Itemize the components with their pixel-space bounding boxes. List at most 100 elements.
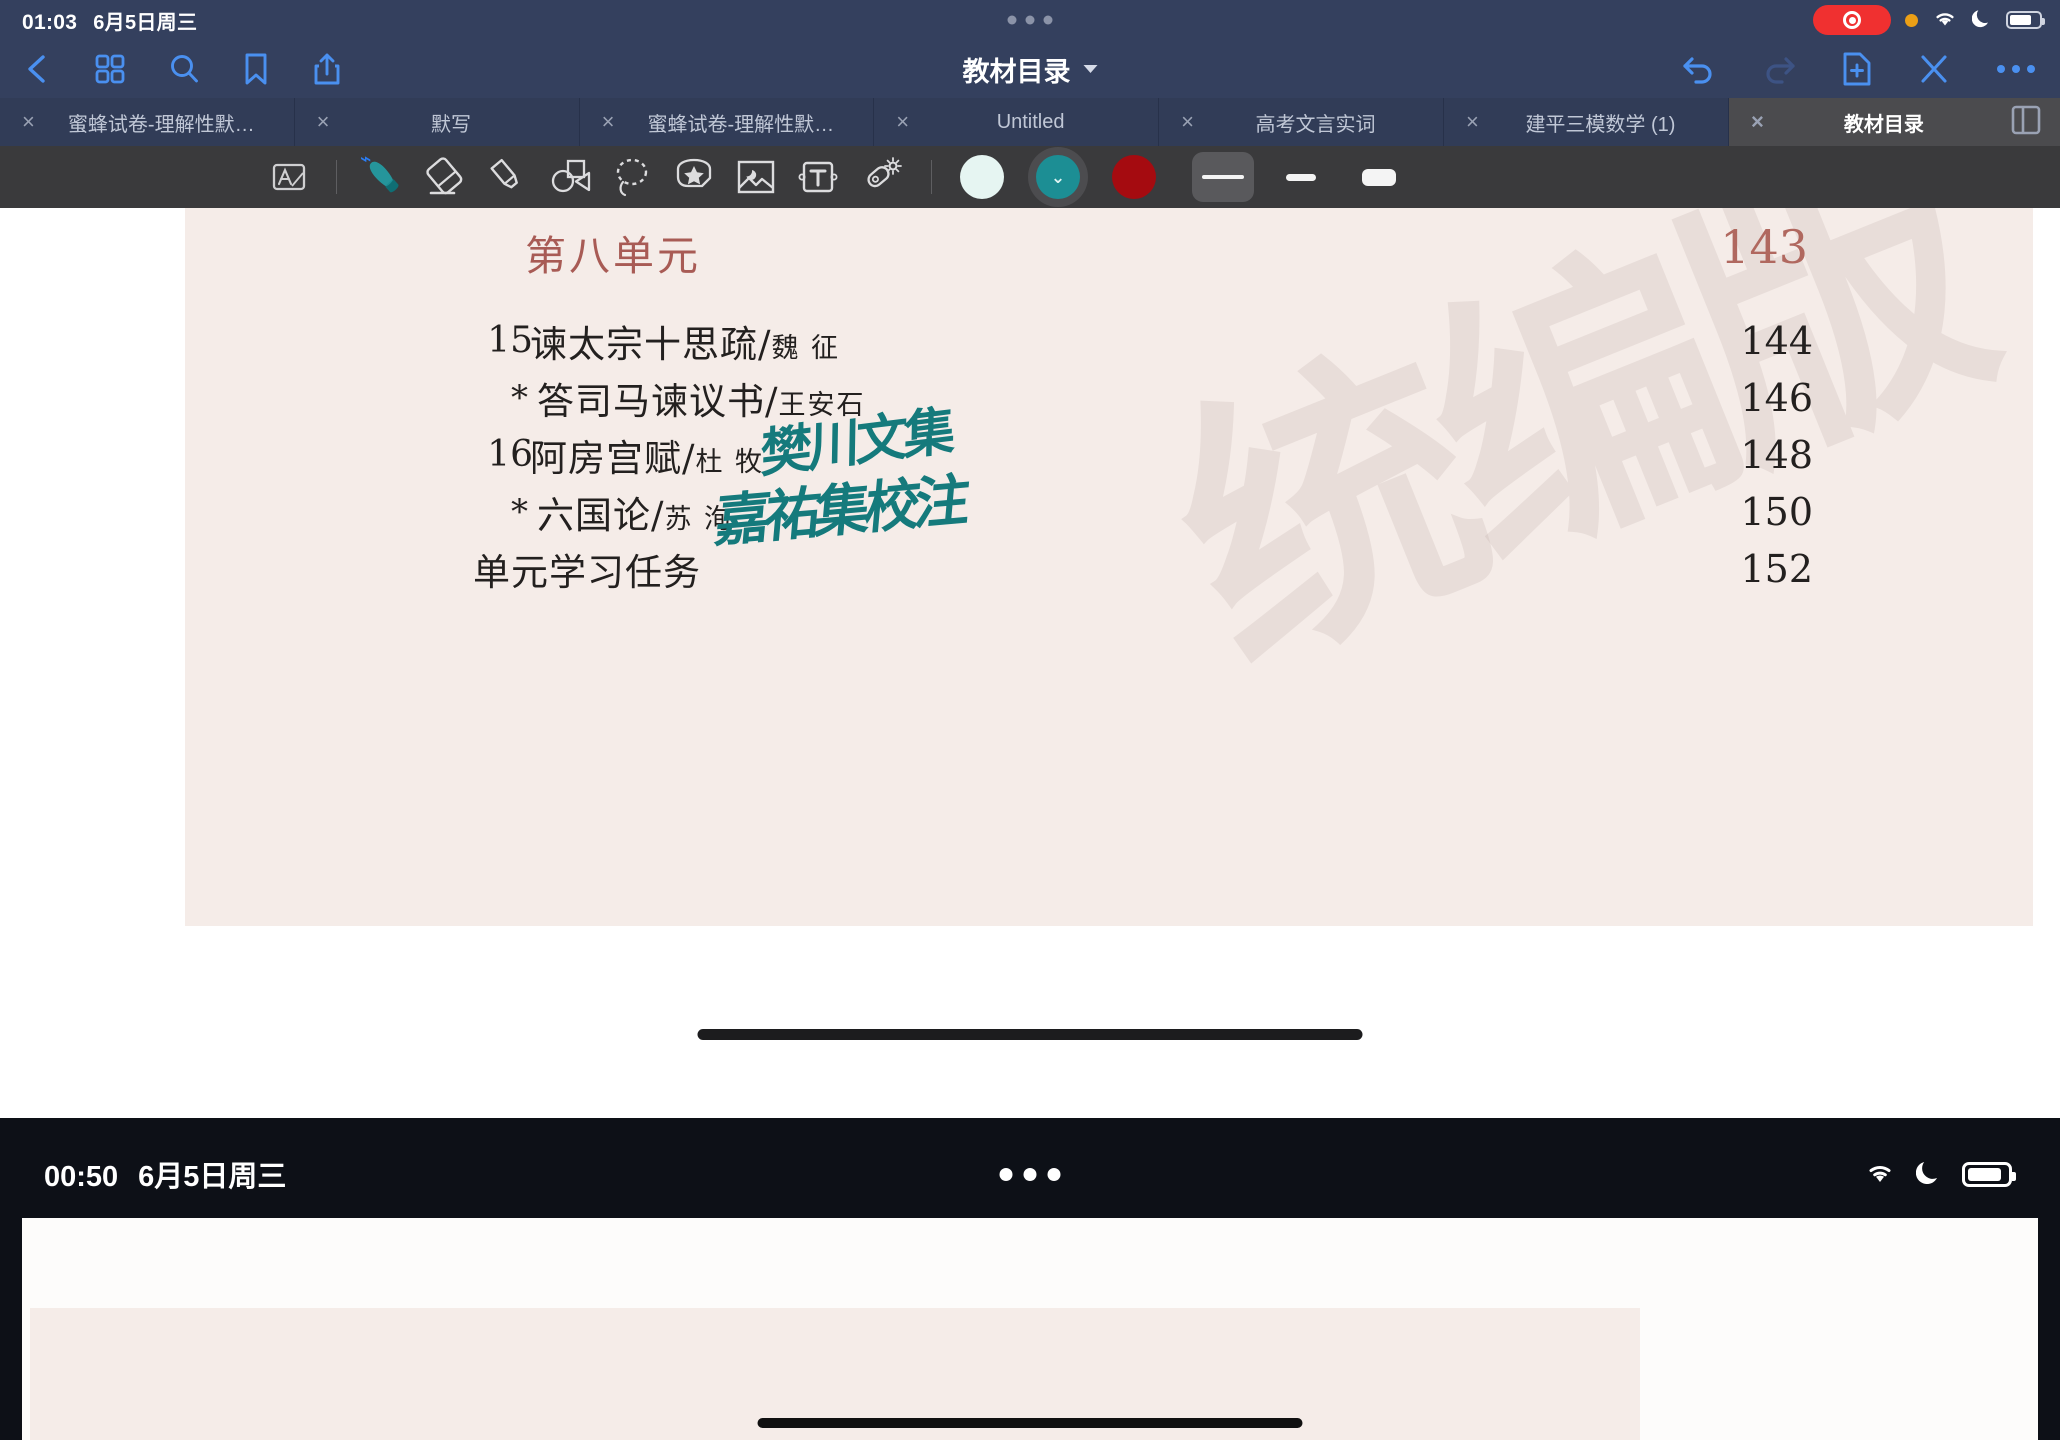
tab-close-icon[interactable]: × — [1466, 111, 1479, 133]
toc-title: 阿房宫赋/杜 牧 — [530, 436, 765, 480]
document-page[interactable]: 统编版 第八单元 143 15 谏太宗十思疏/魏 征 144 * 答司马谏议书/… — [185, 208, 2033, 926]
microphone-active-dot — [1905, 13, 1918, 27]
tab-close-icon[interactable]: × — [1751, 111, 1764, 133]
tab-item[interactable]: × Untitled — [874, 98, 1160, 146]
toc-number: 15 — [487, 320, 533, 361]
tab-item[interactable]: × 蜜蜂试卷-理解性默… — [0, 98, 295, 146]
back-chevron-icon[interactable] — [22, 52, 52, 86]
tab-item-active[interactable]: × 教材目录 — [1728, 98, 2010, 146]
chevron-down-icon[interactable] — [1083, 65, 1098, 73]
toc-title: 单元学习任务 — [473, 550, 701, 594]
tab-bar: × 蜜蜂试卷-理解性默… × 默写 × 蜜蜂试卷-理解性默… × Untitle… — [0, 98, 2060, 146]
status-time: 01:03 — [22, 10, 78, 34]
share-icon[interactable] — [312, 52, 342, 86]
annotation-toolbar: ⌁ ⌄ — [0, 146, 2060, 208]
tab-label: 蜜蜂试卷-理解性默… — [647, 113, 835, 136]
do-not-disturb-moon-icon — [1915, 1158, 1942, 1191]
highlighter-icon[interactable] — [477, 150, 539, 204]
toc-row[interactable]: 16 阿房宫赋/杜 牧 148 — [185, 426, 2033, 483]
stroke-width-medium[interactable] — [1270, 152, 1332, 202]
add-page-icon[interactable] — [1842, 51, 1872, 87]
bottom-horizontal-scroll-indicator[interactable] — [757, 1418, 1303, 1428]
bottom-status-right — [1864, 1158, 2016, 1191]
laser-pointer-icon[interactable] — [849, 150, 911, 204]
handle-dot — [1007, 15, 1017, 25]
top-nav-bar: 教材目录 — [0, 40, 2060, 98]
color-swatch-teal[interactable]: ⌄ — [1036, 155, 1080, 199]
stroke-width-thin[interactable] — [1192, 152, 1254, 202]
status-date: 6月5日周三 — [93, 11, 198, 34]
search-icon[interactable] — [168, 53, 200, 85]
toc-page-number: 152 — [1740, 546, 1813, 591]
multitask-handle[interactable] — [1007, 15, 1053, 25]
bottom-multitask-handle[interactable] — [999, 1167, 1061, 1181]
unit-heading: 第八单元 — [525, 232, 701, 280]
toc-page-number: 146 — [1740, 375, 1813, 420]
more-options-icon[interactable] — [1996, 63, 2036, 75]
tab-close-icon[interactable]: × — [896, 111, 909, 133]
toc-row[interactable]: * 答司马谏议书/王安石 146 — [185, 369, 2033, 426]
status-bar-left: 01:03 6月5日周三 — [22, 6, 197, 35]
handle-dot — [1025, 15, 1035, 25]
shapes-icon[interactable] — [539, 150, 601, 204]
handle-dot — [1043, 15, 1053, 25]
toc-page-number: 148 — [1740, 432, 1813, 477]
tab-close-icon[interactable]: × — [317, 111, 330, 133]
tab-close-icon[interactable]: × — [22, 111, 35, 133]
table-of-contents: 15 谏太宗十思疏/魏 征 144 * 答司马谏议书/王安石 146 16 阿房… — [185, 312, 2033, 597]
toc-number: 16 — [487, 434, 533, 475]
close-pen-icon[interactable] — [1918, 52, 1950, 86]
thumbnails-grid-icon[interactable] — [94, 53, 126, 85]
tab-item[interactable]: × 建平三模数学 (1) — [1444, 98, 1729, 146]
convert-handwriting-icon[interactable] — [258, 150, 320, 204]
undo-icon[interactable] — [1682, 54, 1716, 84]
tab-label: 建平三模数学 (1) — [1525, 113, 1676, 136]
redo-icon[interactable] — [1762, 54, 1796, 84]
horizontal-scroll-indicator[interactable] — [697, 1029, 1363, 1040]
text-box-icon[interactable] — [787, 150, 849, 204]
lasso-select-icon[interactable] — [601, 150, 663, 204]
bottom-window: 00:50 6月5日周三 — [0, 1118, 2060, 1440]
sticker-star-icon[interactable] — [663, 150, 725, 204]
image-icon[interactable] — [725, 150, 787, 204]
color-swatch-dark-red[interactable] — [1112, 155, 1156, 199]
battery-icon — [2006, 11, 2045, 29]
toc-row[interactable]: * 六国论/苏 洵 150 — [185, 483, 2033, 540]
tab-item[interactable]: × 蜜蜂试卷-理解性默… — [580, 98, 875, 146]
tab-label: 教材目录 — [1843, 113, 1924, 136]
tab-close-icon[interactable]: × — [1181, 111, 1194, 133]
document-canvas[interactable]: 统编版 第八单元 143 15 谏太宗十思疏/魏 征 144 * 答司马谏议书/… — [0, 208, 2060, 1118]
tab-item[interactable]: × 默写 — [295, 98, 580, 146]
chevron-down-icon: ⌄ — [1050, 167, 1066, 187]
toc-star-marker: * — [511, 491, 528, 532]
toc-page-number: 150 — [1740, 489, 1813, 534]
page-title: 教材目录 — [962, 56, 1071, 87]
bluetooth-icon: ⌁ — [360, 149, 372, 170]
bookmark-icon[interactable] — [242, 52, 270, 86]
toc-row[interactable]: 单元学习任务 152 — [185, 540, 2033, 597]
toc-row[interactable]: 15 谏太宗十思疏/魏 征 144 — [185, 312, 2033, 369]
tab-item[interactable]: × 高考文言实词 — [1159, 98, 1445, 146]
bottom-status-left: 00:50 6月5日周三 — [44, 1153, 286, 1195]
screen-recording-indicator[interactable] — [1813, 5, 1891, 35]
nav-right-group — [1682, 51, 2036, 87]
stroke-width-thick[interactable] — [1348, 152, 1410, 202]
tab-close-icon[interactable]: × — [602, 111, 615, 133]
toc-title: 谏太宗十思疏/魏 征 — [530, 322, 841, 366]
pen-icon[interactable]: ⌁ — [353, 150, 415, 204]
bottom-status-date: 6月5日周三 — [138, 1161, 287, 1193]
bottom-status-bar: 00:50 6月5日周三 — [0, 1138, 2060, 1210]
unit-page-number: 143 — [1720, 220, 1808, 274]
bottom-document-canvas[interactable] — [22, 1218, 2038, 1440]
wifi-icon — [1864, 1159, 1896, 1190]
top-window: 01:03 6月5日周三 教材目录 × 蜜蜂试卷-理解性默… × 默写 × 蜜蜂… — [0, 0, 2060, 1118]
tab-label: 高考文言实词 — [1255, 113, 1376, 136]
nav-left-group — [22, 52, 342, 86]
eraser-icon[interactable] — [415, 150, 477, 204]
sidebar-toggle-icon[interactable] — [2010, 104, 2044, 141]
tab-label: 蜜蜂试卷-理解性默… — [67, 113, 255, 136]
do-not-disturb-moon-icon — [1971, 7, 1992, 34]
tab-label: 默写 — [431, 113, 472, 136]
page-title-group[interactable]: 教材目录 — [963, 50, 1098, 89]
color-swatch-white[interactable] — [960, 155, 1004, 199]
